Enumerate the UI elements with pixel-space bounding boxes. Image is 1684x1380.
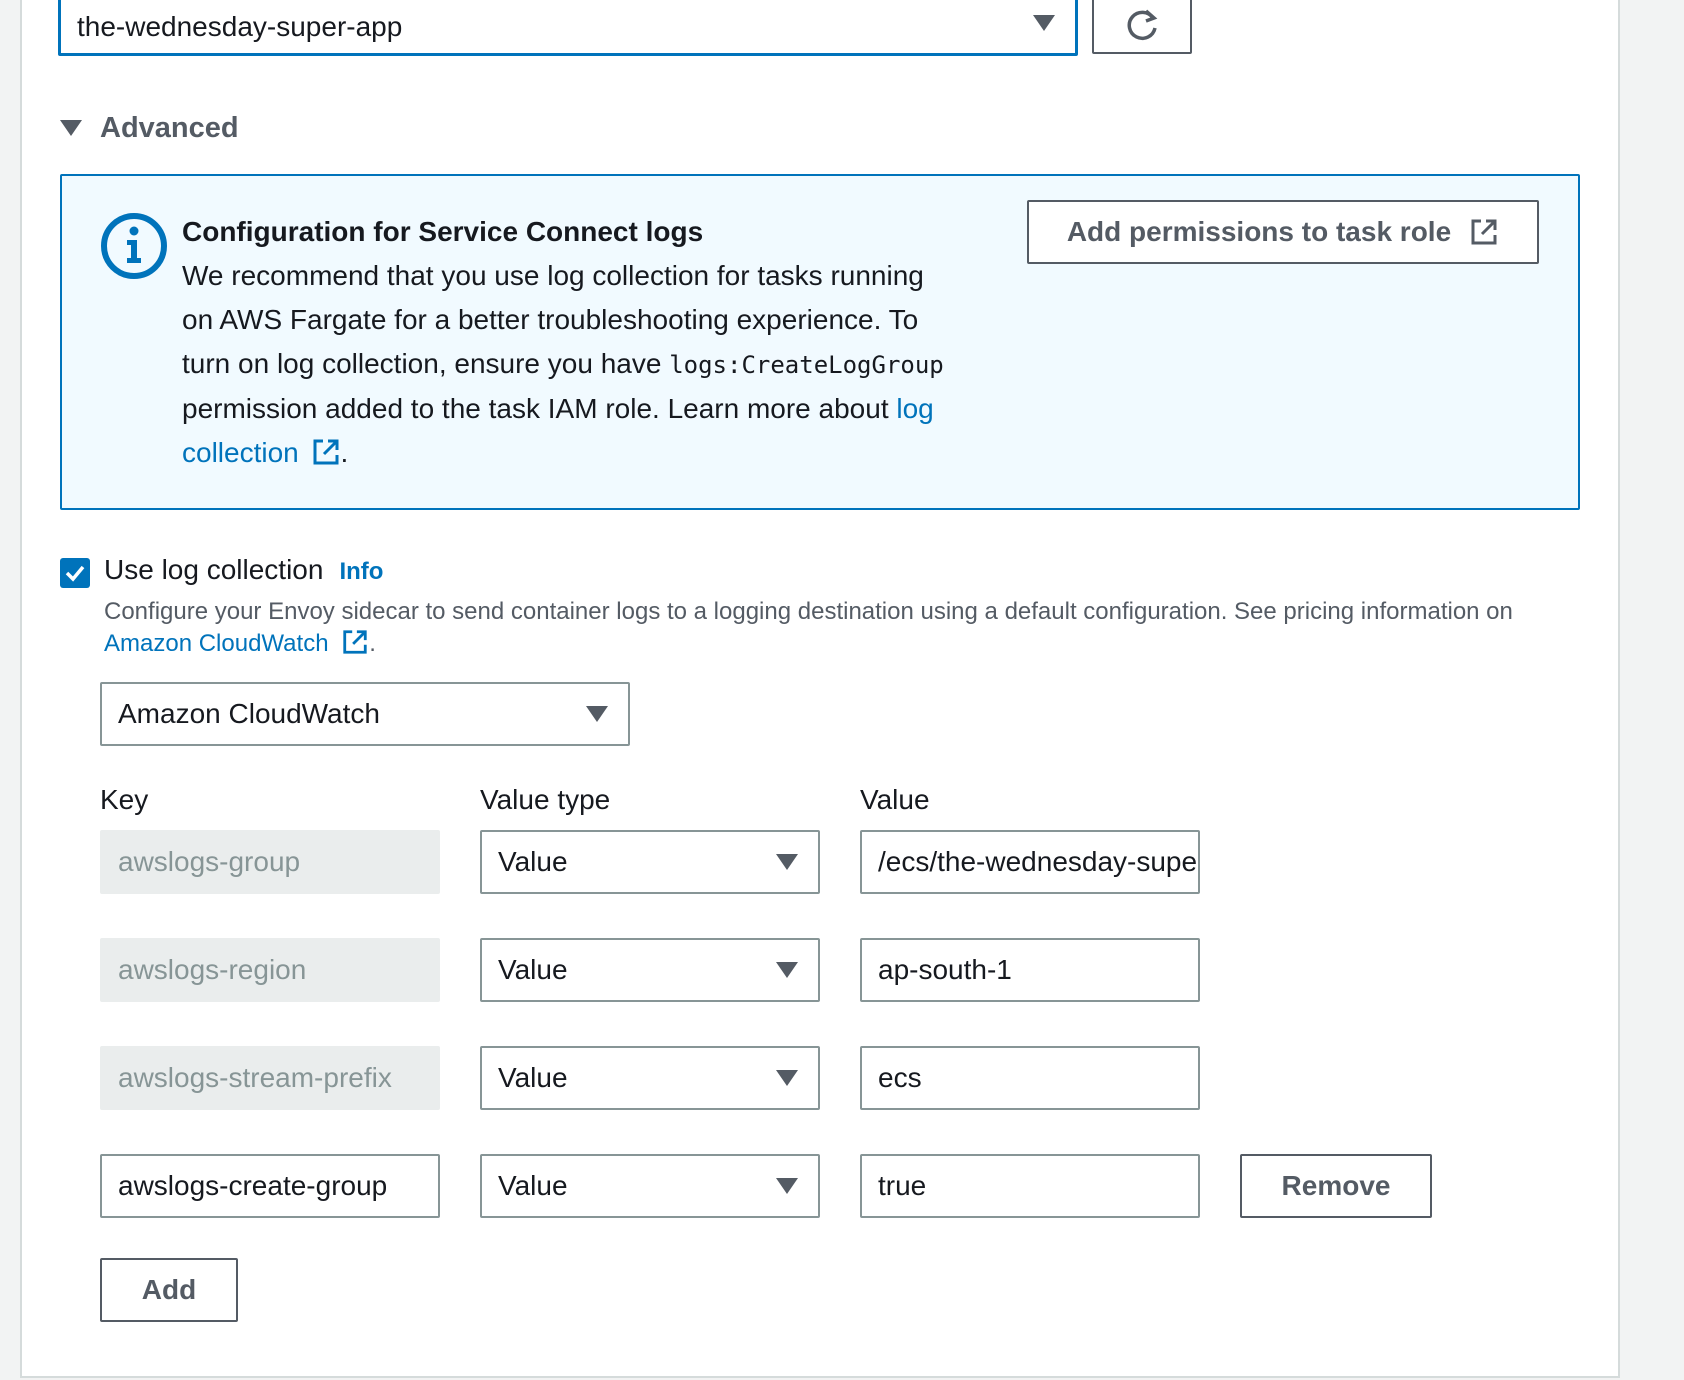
value-field[interactable]: ecs xyxy=(860,1046,1200,1110)
amazon-cloudwatch-link[interactable]: Amazon CloudWatch xyxy=(104,630,329,657)
value-type-value: Value xyxy=(498,954,568,985)
chevron-down-icon xyxy=(776,854,798,870)
value-type-value: Value xyxy=(498,846,568,877)
refresh-button[interactable] xyxy=(1092,0,1192,54)
namespace-select[interactable]: the-wednesday-super-app xyxy=(58,0,1078,56)
log-collection-description: Configure your Envoy sidecar to send con… xyxy=(104,596,1574,660)
log-collection-link-b[interactable]: collection xyxy=(182,437,299,468)
value-type-select[interactable]: Value xyxy=(480,830,820,894)
value-type-select[interactable]: Value xyxy=(480,938,820,1002)
add-permissions-button[interactable]: Add permissions to task role xyxy=(1027,200,1539,264)
alert-line-1: We recommend that you use log collection… xyxy=(182,260,924,291)
log-destination-select[interactable]: Amazon CloudWatch xyxy=(100,682,630,746)
alert-title: Configuration for Service Connect logs xyxy=(182,216,704,247)
chevron-down-icon xyxy=(776,962,798,978)
key-field: awslogs-group xyxy=(100,830,440,894)
refresh-icon xyxy=(1127,9,1158,41)
checkmark-icon xyxy=(65,565,85,582)
log-destination-value: Amazon CloudWatch xyxy=(118,698,380,729)
advanced-label: Advanced xyxy=(100,111,239,144)
value-field[interactable]: true xyxy=(860,1154,1200,1218)
key-field: awslogs-stream-prefix xyxy=(100,1046,440,1110)
chevron-down-icon xyxy=(776,1070,798,1086)
value-field[interactable]: ap-south-1 xyxy=(860,938,1200,1002)
value-field[interactable]: /ecs/the-wednesday-super-app xyxy=(860,830,1200,894)
use-log-collection-checkbox[interactable] xyxy=(60,558,90,588)
value-type-select[interactable]: Value xyxy=(480,1046,820,1110)
remove-button[interactable]: Remove xyxy=(1240,1154,1432,1218)
namespace-select-value: the-wednesday-super-app xyxy=(77,11,403,42)
alert-period: . xyxy=(340,437,349,468)
use-log-collection-label[interactable]: Use log collection xyxy=(104,554,323,586)
value-type-select[interactable]: Value xyxy=(480,1154,820,1218)
alert-line-3-text: turn on log collection, ensure you have xyxy=(182,348,670,379)
caret-down-icon xyxy=(60,120,82,136)
info-link[interactable]: Info xyxy=(339,558,383,586)
value-type-value: Value xyxy=(498,1062,568,1093)
alert-line-3: turn on log collection, ensure you have … xyxy=(182,342,982,387)
info-icon xyxy=(101,213,167,279)
value-type-column-header: Value type xyxy=(480,784,611,815)
permission-code: logs:CreateLogGroup xyxy=(669,351,944,379)
log-collection-link-a[interactable]: log xyxy=(896,393,933,424)
value-type-value: Value xyxy=(498,1170,568,1201)
add-button-label: Add xyxy=(141,1274,197,1305)
description-text: Configure your Envoy sidecar to send con… xyxy=(104,598,1513,625)
description-period: . xyxy=(369,630,376,657)
alert-line-2: on AWS Fargate for a better troubleshoot… xyxy=(182,304,919,335)
external-link-icon xyxy=(313,439,339,465)
value-column-header: Value xyxy=(860,784,930,815)
key-column-header: Key xyxy=(100,784,149,815)
alert-line-5: collection . xyxy=(182,431,982,475)
external-link-icon xyxy=(1471,219,1497,245)
external-link-icon xyxy=(343,630,367,654)
add-permissions-label: Add permissions to task role xyxy=(1066,216,1452,247)
key-field[interactable]: awslogs-create-group xyxy=(100,1154,440,1218)
alert-line-4: permission added to the task IAM role. L… xyxy=(182,387,982,431)
chevron-down-icon xyxy=(1033,15,1055,31)
key-field: awslogs-region xyxy=(100,938,440,1002)
alert-content: Configuration for Service Connect logs W… xyxy=(182,210,982,475)
chevron-down-icon xyxy=(586,706,608,722)
alert-line-4-text: permission added to the task IAM role. L… xyxy=(182,393,897,424)
use-log-collection-row: Use log collection Info xyxy=(104,554,383,586)
chevron-down-icon xyxy=(776,1178,798,1194)
advanced-toggle[interactable]: Advanced xyxy=(60,108,239,148)
add-button[interactable]: Add xyxy=(100,1258,238,1322)
remove-button-label: Remove xyxy=(1281,1170,1391,1201)
